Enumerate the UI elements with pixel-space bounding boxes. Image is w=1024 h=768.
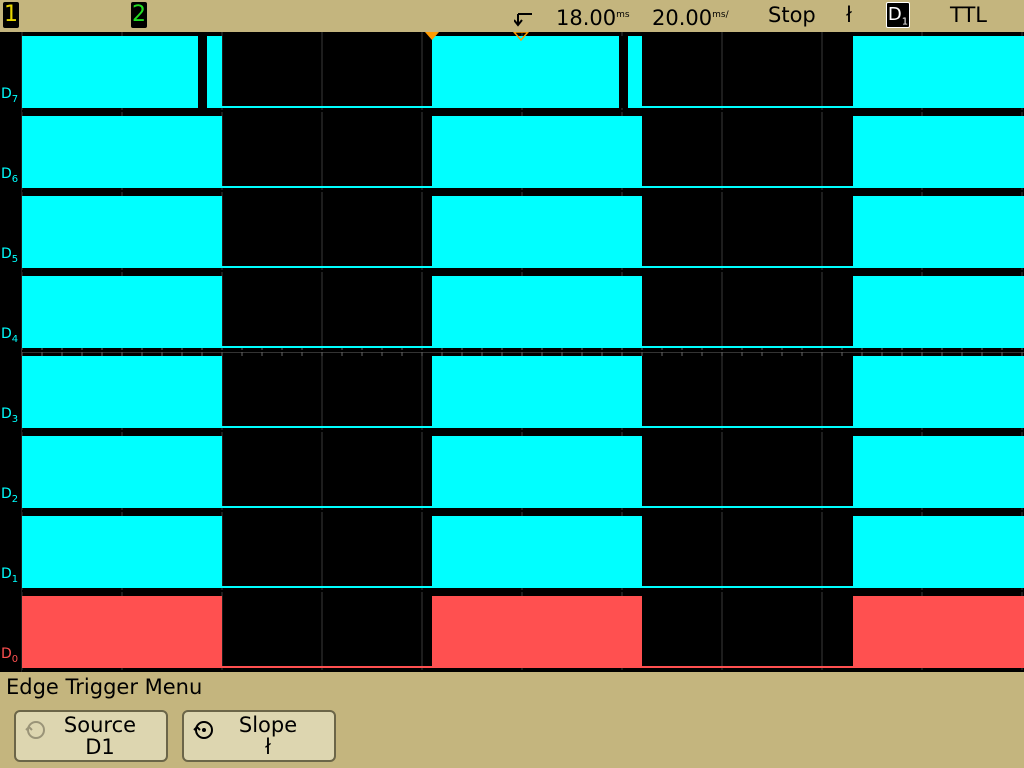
channel-label-d6[interactable]: D6 [1,166,18,188]
logic-high-segment [853,356,1024,428]
logic-high-segment [22,436,222,508]
channel-label-d3[interactable]: D3 [1,406,18,428]
logic-high-segment [853,596,1024,668]
source-softkey[interactable]: Source D1 [14,710,168,762]
logic-high-segment [853,276,1024,348]
logic-high-segment [22,356,222,428]
channel-label-d7[interactable]: D7 [1,86,18,108]
channel-label-d5[interactable]: D5 [1,246,18,268]
logic-high-segment [853,516,1024,588]
trigger-delay: 18.00ms [556,6,630,30]
source-softkey-value: D1 [85,735,115,759]
channel-label-d4[interactable]: D4 [1,326,18,348]
logic-high-segment [853,196,1024,268]
run-state: Stop [768,3,816,27]
logic-high-segment [432,436,642,508]
logic-high-segment [22,276,222,348]
waveform-display[interactable]: D7 D6 D5 D4 D3 D2 D1 D0 [0,32,1024,672]
logic-high-segment [853,36,1024,108]
logic-high-segment [22,516,222,588]
channel-label-d1[interactable]: D1 [1,566,18,588]
trigger-source-indicator: D1 [886,2,910,28]
logic-high-segment [853,436,1024,508]
logic-high-segment [432,36,642,108]
logic-high-segment [22,596,222,668]
trigger-slope-indicator: ł [846,3,852,27]
waveform-area [21,32,1024,672]
logic-high-segment [22,36,222,108]
logic-high-segment [22,116,222,188]
channel-label-d2[interactable]: D2 [1,486,18,508]
logic-high-segment [432,276,642,348]
channel-label-d0[interactable]: D0 [1,646,18,668]
time-per-div: 20.00ms/ [652,6,729,30]
trigger-position-icon [514,13,532,27]
logic-high-segment [432,196,642,268]
logic-high-segment [432,596,642,668]
glitch-gap [619,36,628,108]
logic-high-segment [853,116,1024,188]
channel1-indicator[interactable]: 1 [3,2,19,28]
channel2-indicator[interactable]: 2 [131,2,147,28]
threshold-label: TTL [950,3,987,27]
logic-high-segment [22,196,222,268]
slope-softkey-value: ł [265,735,271,759]
slope-softkey[interactable]: Slope ł [182,710,336,762]
logic-high-segment [432,516,642,588]
status-bar: 1 2 18.00ms 20.00ms/ Stop ł D1 TTL [0,0,1024,32]
glitch-gap [198,36,207,108]
logic-high-segment [432,356,642,428]
menu-title: Edge Trigger Menu [6,675,203,699]
logic-high-segment [432,116,642,188]
